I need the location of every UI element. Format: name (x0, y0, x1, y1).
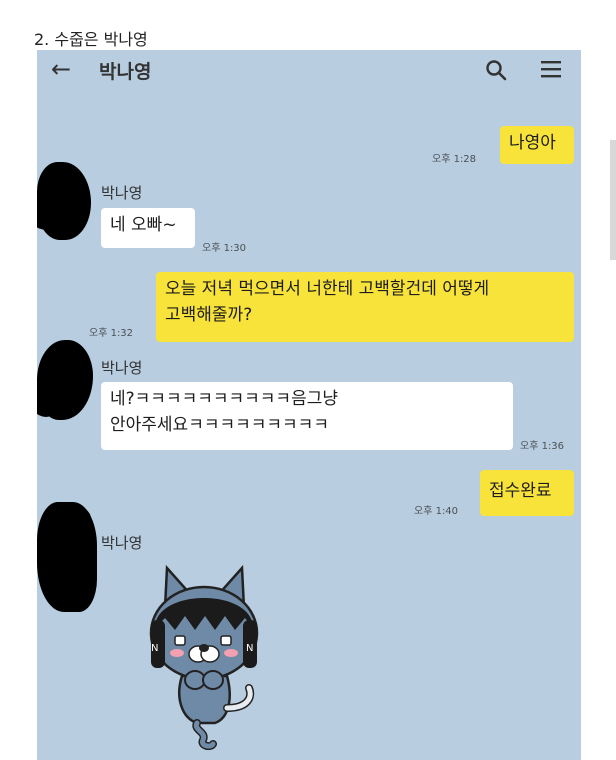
side-scroll-tab (610, 140, 616, 260)
arrow-left-icon[interactable]: ← (51, 55, 71, 83)
sender-name: 박나영 (101, 184, 143, 202)
message-bubble-other[interactable]: 네?ㅋㅋㅋㅋㅋㅋㅋㅋㅋㅋ음그냥 안아주세요ㅋㅋㅋㅋㅋㅋㅋㅋㅋ (101, 382, 513, 450)
message-bubble-me[interactable]: 나영아 (500, 126, 574, 164)
message-time: 오후 1:28 (432, 154, 477, 165)
hamburger-menu-icon[interactable] (540, 58, 562, 80)
redacted-avatar-part (47, 505, 91, 535)
message-bubble-other[interactable]: 네 오빠~ (101, 208, 195, 248)
sender-name: 박나영 (101, 534, 143, 552)
message-bubble-me[interactable]: 접수완료 (480, 470, 574, 516)
chat-header: ← 박나영 (37, 50, 581, 94)
shy-cat-sticker[interactable]: N N (137, 558, 272, 750)
svg-text:N: N (151, 643, 158, 654)
sender-name: 박나영 (101, 359, 143, 377)
message-time: 오후 1:32 (89, 328, 134, 339)
message-time: 오후 1:30 (202, 243, 247, 254)
message-time: 오후 1:36 (520, 441, 565, 452)
message-bubble-me[interactable]: 오늘 저녁 먹으면서 너한테 고백할건데 어떻게 고백해줄까? (156, 272, 574, 342)
page-caption: 2. 수줍은 박나영 (34, 30, 148, 49)
chat-window: ← 박나영 오후 1:28 나영아 박나영 네 오빠~ 오후 1:30 오후 1… (37, 50, 581, 760)
svg-text:N: N (246, 643, 253, 654)
message-time: 오후 1:40 (414, 506, 459, 517)
search-icon[interactable] (485, 59, 507, 81)
chat-title: 박나영 (99, 61, 152, 83)
